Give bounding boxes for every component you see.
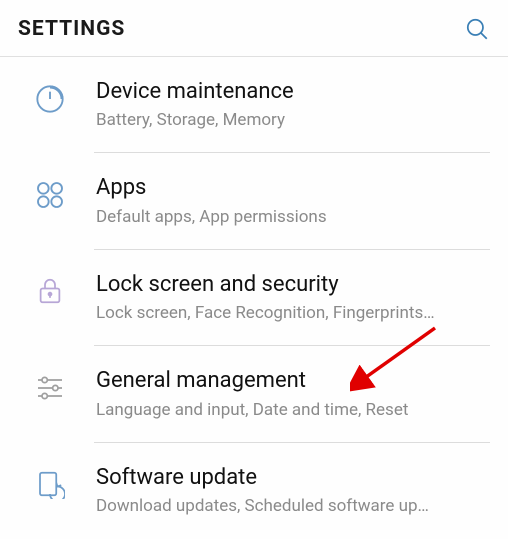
item-title: Apps bbox=[96, 175, 490, 201]
lock-icon bbox=[16, 272, 78, 306]
item-subtitle: Default apps, App permissions bbox=[96, 206, 490, 228]
item-general-management[interactable]: General management Language and input, D… bbox=[0, 346, 508, 442]
item-title: Lock screen and security bbox=[96, 272, 490, 298]
item-subtitle: Lock screen, Face Recognition, Fingerpri… bbox=[96, 302, 490, 324]
item-subtitle: Download updates, Scheduled software up… bbox=[96, 495, 490, 517]
item-subtitle: Battery, Storage, Memory bbox=[96, 109, 490, 131]
update-icon bbox=[16, 465, 78, 499]
settings-list: Device maintenance Battery, Storage, Mem… bbox=[0, 57, 508, 539]
item-software-update[interactable]: Software update Download updates, Schedu… bbox=[0, 443, 508, 539]
item-subtitle: Language and input, Date and time, Reset bbox=[96, 399, 490, 421]
page-title: SETTINGS bbox=[18, 17, 125, 41]
item-title: General management bbox=[96, 368, 490, 394]
item-apps[interactable]: Apps Default apps, App permissions bbox=[0, 153, 508, 249]
header: SETTINGS bbox=[0, 0, 508, 57]
item-title: Device maintenance bbox=[96, 79, 490, 105]
item-device-maintenance[interactable]: Device maintenance Battery, Storage, Mem… bbox=[0, 57, 508, 153]
search-icon[interactable] bbox=[464, 16, 490, 42]
apps-icon bbox=[16, 175, 78, 211]
device-maintenance-icon bbox=[16, 79, 78, 115]
sliders-icon bbox=[16, 368, 78, 404]
item-title: Software update bbox=[96, 465, 490, 491]
item-lock-screen-security[interactable]: Lock screen and security Lock screen, Fa… bbox=[0, 250, 508, 346]
